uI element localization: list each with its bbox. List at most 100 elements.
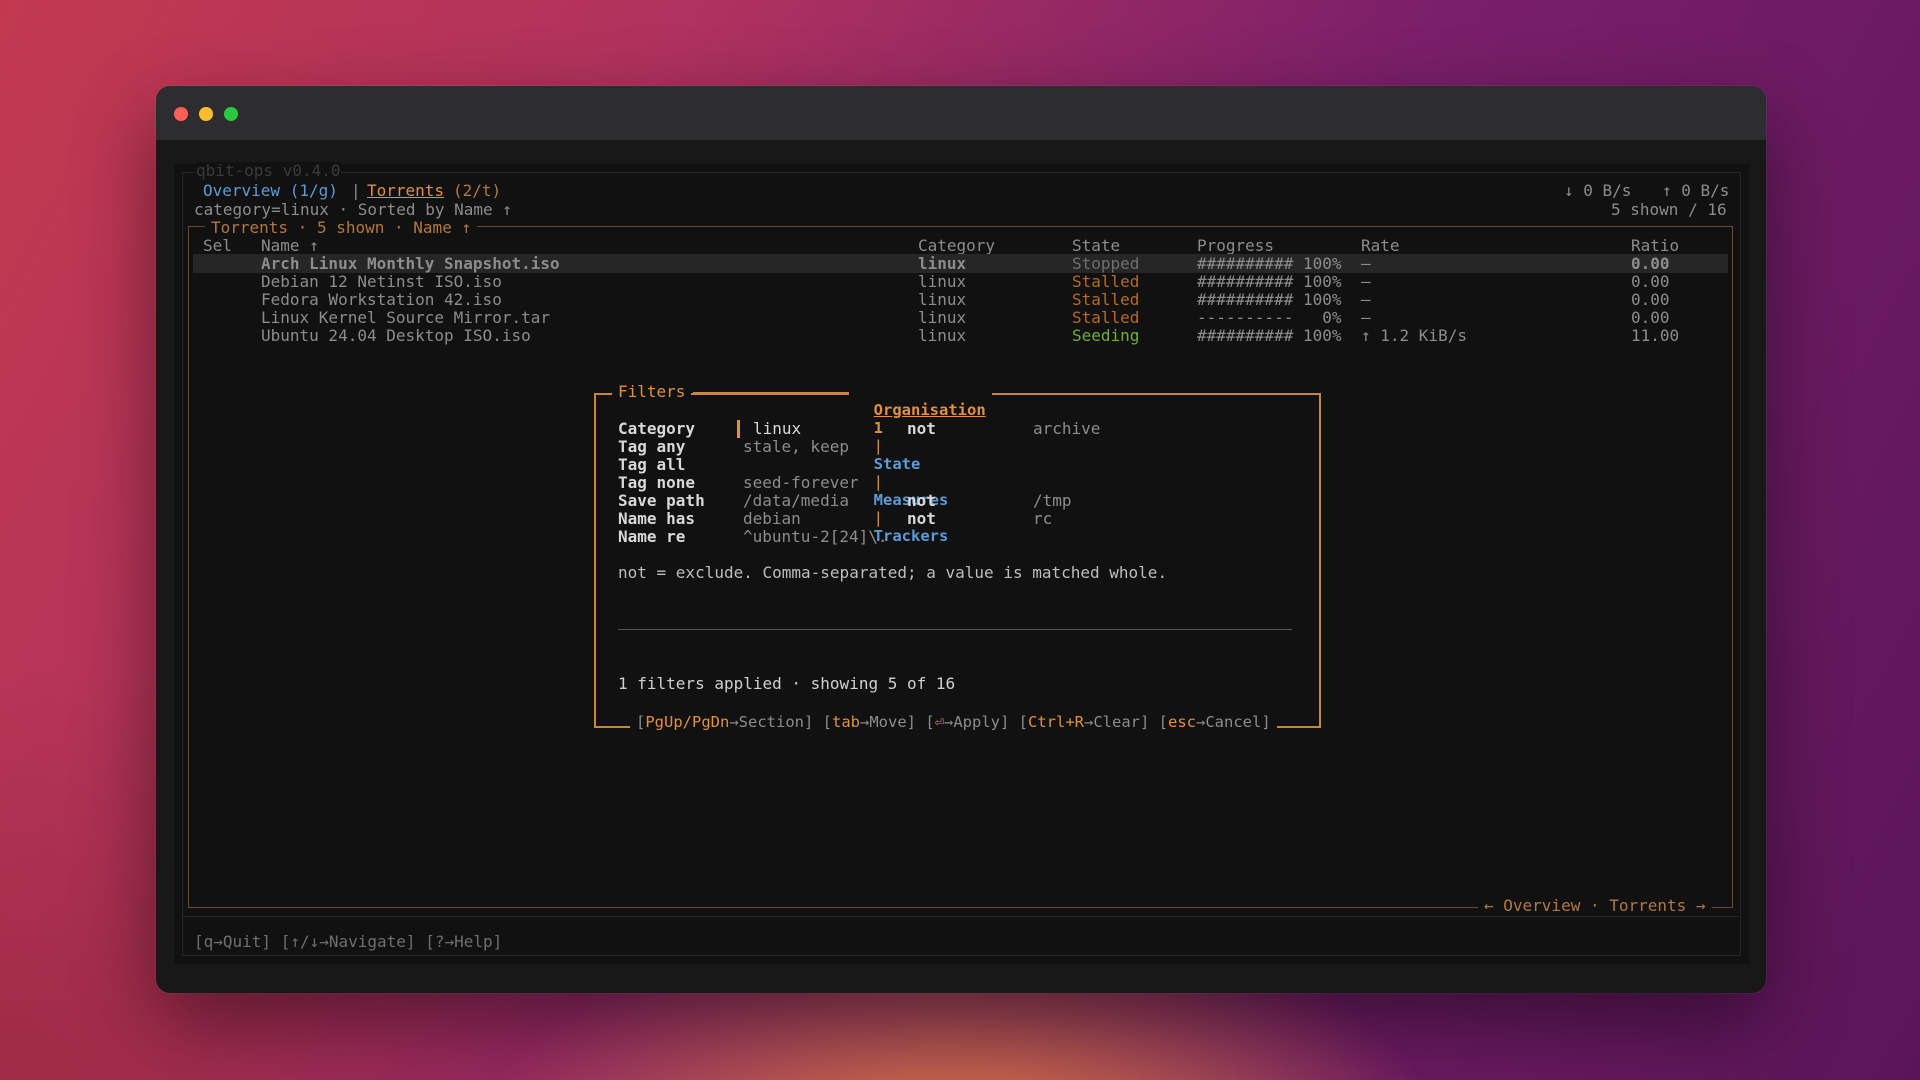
filters-keybar: [PgUp/PgDn→Section] [tab→Move] [⏎→Apply]… bbox=[630, 713, 1277, 733]
row-category: linux bbox=[918, 290, 967, 309]
col-category[interactable]: Category bbox=[918, 237, 995, 255]
minimize-button[interactable] bbox=[199, 107, 213, 121]
key-action: →Cancel bbox=[1196, 713, 1262, 731]
filters-title-rule bbox=[693, 392, 849, 394]
key-ctrl-r[interactable]: Ctrl+R bbox=[1028, 713, 1084, 731]
footer-separator bbox=[183, 916, 1739, 917]
key-enter[interactable]: ⏎ bbox=[935, 713, 944, 731]
filters-tab-separator: | bbox=[873, 437, 884, 455]
tab-overview[interactable]: Overview (1/g) bbox=[203, 182, 338, 200]
bracket: [ bbox=[636, 713, 646, 731]
category-input[interactable]: linux bbox=[753, 420, 801, 438]
download-rate: ↓ 0 B/s bbox=[1564, 181, 1632, 200]
app-title: qbit-ops v0.4.0 bbox=[196, 161, 341, 180]
row-ratio: 0.00 bbox=[1631, 254, 1670, 273]
row-state: Stalled bbox=[1072, 272, 1140, 291]
row-state: Stalled bbox=[1072, 290, 1140, 309]
row-progress: ########## 100% bbox=[1197, 290, 1342, 309]
tab-organisation[interactable]: Organisation bbox=[874, 401, 986, 419]
name-re-label: Name re bbox=[618, 527, 686, 546]
panel-title: Torrents · 5 shown · Name ↑ bbox=[205, 219, 478, 237]
bracket: ] [ bbox=[804, 713, 832, 731]
category-not-input[interactable]: archive bbox=[1033, 420, 1100, 438]
row-rate: – bbox=[1361, 254, 1371, 273]
row-progress: ---------- 0% bbox=[1197, 308, 1342, 327]
tab-torrents[interactable]: Torrents bbox=[367, 182, 444, 200]
tab-torrents-key: (2/t) bbox=[453, 181, 502, 200]
row-rate: ↑ 1.2 KiB/s bbox=[1361, 326, 1467, 345]
shown-count: 5 shown / 16 bbox=[1611, 200, 1727, 219]
col-progress[interactable]: Progress bbox=[1197, 237, 1274, 255]
row-progress: ########## 100% bbox=[1197, 272, 1342, 291]
row-ratio: 0.00 bbox=[1631, 272, 1670, 291]
row-category: linux bbox=[918, 308, 967, 327]
name-re-input[interactable]: ^ubuntu-2[24]\. bbox=[743, 528, 888, 546]
col-ratio[interactable]: Ratio bbox=[1631, 237, 1679, 255]
bracket: ] [ bbox=[1140, 713, 1169, 731]
row-name[interactable]: Linux Kernel Source Mirror.tar bbox=[261, 309, 550, 327]
save-path-not-label: not bbox=[907, 491, 936, 510]
tag-none-input[interactable]: seed-forever bbox=[743, 474, 859, 492]
key-esc[interactable]: esc bbox=[1168, 713, 1196, 731]
name-has-not-label: not bbox=[907, 509, 936, 528]
row-rate: – bbox=[1361, 308, 1371, 327]
col-name[interactable]: Name ↑ bbox=[261, 237, 319, 255]
filters-summary: 1 filters applied · showing 5 of 16 bbox=[618, 674, 956, 693]
name-has-not-input[interactable]: rc bbox=[1033, 510, 1052, 528]
save-path-not-input[interactable]: /tmp bbox=[1033, 492, 1072, 510]
row-progress: ########## 100% bbox=[1197, 326, 1342, 345]
key-tab[interactable]: tab bbox=[832, 713, 860, 731]
title-bar bbox=[156, 86, 1766, 140]
tag-any-input[interactable]: stale, keep bbox=[743, 438, 849, 456]
row-rate: – bbox=[1361, 272, 1371, 291]
key-action: →Section bbox=[729, 713, 804, 731]
row-ratio: 11.00 bbox=[1631, 326, 1680, 345]
row-ratio: 0.00 bbox=[1631, 308, 1670, 327]
row-name[interactable]: Arch Linux Monthly Snapshot.iso bbox=[261, 255, 560, 273]
filters-tab-separator: | bbox=[873, 509, 884, 527]
col-rate[interactable]: Rate bbox=[1361, 237, 1400, 255]
key-pgup-pgdn[interactable]: PgUp/PgDn bbox=[645, 713, 729, 731]
row-name[interactable]: Debian 12 Netinst ISO.iso bbox=[261, 273, 502, 291]
row-state: Stalled bbox=[1072, 308, 1140, 327]
row-state: Stopped bbox=[1072, 254, 1140, 273]
tab-state[interactable]: State bbox=[874, 455, 921, 473]
footer-keys: [q→Quit] [↑/↓→Navigate] [?→Help] bbox=[194, 932, 503, 951]
close-button[interactable] bbox=[174, 107, 188, 121]
tab-separator: | bbox=[351, 181, 361, 200]
filters-tab-separator: | bbox=[873, 473, 884, 491]
bracket: ] bbox=[1261, 713, 1271, 731]
filters-tabbar: Organisation 1 | State | Measures | Trac… bbox=[849, 383, 992, 545]
key-action: →Apply bbox=[944, 713, 1001, 731]
row-category: linux bbox=[918, 272, 967, 291]
name-has-input[interactable]: debian bbox=[743, 510, 801, 528]
tag-none-label: Tag none bbox=[618, 473, 696, 492]
input-cursor bbox=[737, 420, 740, 438]
filters-divider bbox=[618, 629, 1292, 630]
col-sel[interactable]: Sel bbox=[203, 237, 232, 255]
zoom-button[interactable] bbox=[224, 107, 238, 121]
tag-any-label: Tag any bbox=[618, 437, 686, 456]
row-ratio: 0.00 bbox=[1631, 290, 1670, 309]
row-progress: ########## 100% bbox=[1197, 254, 1342, 273]
row-category: linux bbox=[918, 326, 967, 345]
upload-rate: ↑ 0 B/s bbox=[1662, 181, 1730, 200]
filters-help: not = exclude. Comma-separated; a value … bbox=[618, 563, 1168, 582]
panel-nav[interactable]: ← Overview · Torrents → bbox=[1478, 897, 1712, 915]
key-action: →Move bbox=[860, 713, 907, 731]
row-state: Seeding bbox=[1072, 326, 1140, 345]
name-has-label: Name has bbox=[618, 509, 696, 528]
row-name[interactable]: Fedora Workstation 42.iso bbox=[261, 291, 502, 309]
save-path-input[interactable]: /data/media bbox=[743, 492, 849, 510]
category-not-label: not bbox=[907, 419, 936, 438]
key-action: →Clear bbox=[1084, 713, 1141, 731]
row-name[interactable]: Ubuntu 24.04 Desktop ISO.iso bbox=[261, 327, 531, 345]
row-rate: – bbox=[1361, 290, 1371, 309]
bracket: ] [ bbox=[906, 713, 935, 731]
col-state[interactable]: State bbox=[1072, 237, 1120, 255]
save-path-label: Save path bbox=[618, 491, 705, 510]
row-category: linux bbox=[918, 254, 967, 273]
tag-all-label: Tag all bbox=[618, 455, 686, 474]
tab-organisation-count: 1 bbox=[873, 419, 884, 437]
status-line: category=linux · Sorted by Name ↑ bbox=[194, 200, 512, 219]
